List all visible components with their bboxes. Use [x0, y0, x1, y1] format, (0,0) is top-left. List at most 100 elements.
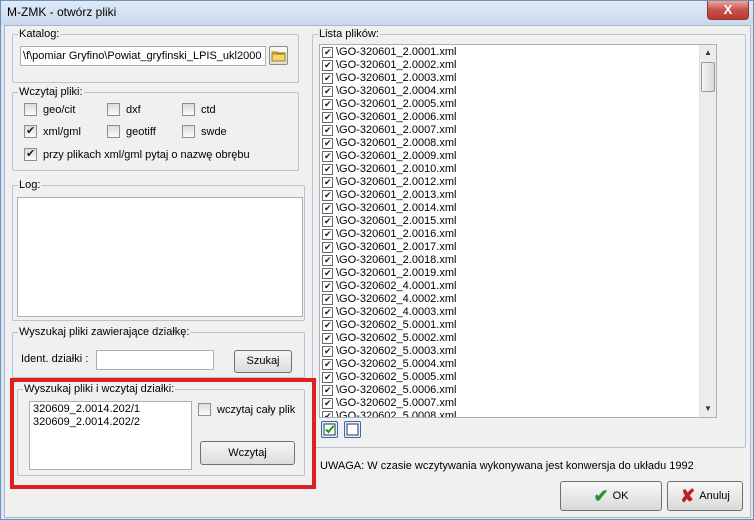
parcel-list[interactable]: 320609_2.0014.202/1 320609_2.0014.202/2: [29, 401, 192, 470]
list-item[interactable]: \GO-320601_2.0015.xml: [322, 215, 456, 228]
scroll-thumb[interactable]: [701, 62, 715, 92]
list-item[interactable]: \GO-320602_4.0001.xml: [322, 280, 456, 293]
list-item[interactable]: \GO-320601_2.0007.xml: [322, 124, 456, 137]
deselect-all-button[interactable]: [344, 421, 361, 438]
checkbox[interactable]: [322, 254, 333, 267]
select-all-button[interactable]: [321, 421, 338, 438]
checkbox[interactable]: [322, 150, 333, 163]
checkbox[interactable]: [24, 124, 37, 138]
checkbox[interactable]: [322, 59, 333, 72]
option-xml-gml[interactable]: xml/gml: [24, 124, 81, 138]
checkbox[interactable]: [322, 189, 333, 202]
checkbox[interactable]: [107, 125, 120, 138]
list-item[interactable]: \GO-320601_2.0001.xml: [322, 46, 456, 59]
list-item[interactable]: \GO-320602_4.0003.xml: [322, 306, 456, 319]
list-item[interactable]: \GO-320602_5.0003.xml: [322, 345, 456, 358]
list-item[interactable]: \GO-320601_2.0012.xml: [322, 176, 456, 189]
checkbox[interactable]: [322, 384, 333, 397]
list-item[interactable]: \GO-320601_2.0013.xml: [322, 189, 456, 202]
list-item[interactable]: \GO-320602_5.0008.xml: [322, 410, 456, 417]
list-item[interactable]: 320609_2.0014.202/2: [33, 416, 188, 429]
list-item[interactable]: \GO-320601_2.0016.xml: [322, 228, 456, 241]
option-geotiff[interactable]: geotiff: [107, 125, 156, 138]
list-item[interactable]: \GO-320602_4.0002.xml: [322, 293, 456, 306]
list-item[interactable]: \GO-320601_2.0014.xml: [322, 202, 456, 215]
option-label: geotiff: [126, 125, 156, 138]
checkbox[interactable]: [107, 103, 120, 116]
checkbox[interactable]: [322, 46, 333, 59]
list-item[interactable]: \GO-320602_5.0005.xml: [322, 371, 456, 384]
checkbox[interactable]: [322, 332, 333, 345]
list-item[interactable]: \GO-320601_2.0017.xml: [322, 241, 456, 254]
checkbox[interactable]: [322, 228, 333, 241]
checkbox[interactable]: [182, 103, 195, 116]
browse-folder-button[interactable]: [269, 46, 288, 65]
list-item[interactable]: \GO-320601_2.0005.xml: [322, 98, 456, 111]
checkbox[interactable]: [322, 111, 333, 124]
list-item[interactable]: \GO-320602_5.0004.xml: [322, 358, 456, 371]
window-title: M-ZMK - otwórz pliki: [7, 5, 117, 19]
option-swde[interactable]: swde: [182, 125, 227, 138]
checkbox[interactable]: [322, 163, 333, 176]
checkbox[interactable]: [322, 358, 333, 371]
list-item[interactable]: \GO-320601_2.0004.xml: [322, 85, 456, 98]
load-whole-file-option[interactable]: wczytaj cały plik: [198, 403, 295, 416]
checkbox[interactable]: [322, 397, 333, 410]
checkbox[interactable]: [322, 319, 333, 332]
checkbox[interactable]: [198, 403, 211, 416]
checkbox[interactable]: [322, 241, 333, 254]
checkbox[interactable]: [322, 137, 333, 150]
scroll-down-icon[interactable]: ▼: [700, 401, 716, 417]
checkbox[interactable]: [322, 345, 333, 358]
list-item[interactable]: \GO-320602_5.0002.xml: [322, 332, 456, 345]
ident-input[interactable]: [96, 350, 214, 370]
file-list-legend: Lista plików:: [319, 28, 379, 40]
list-item[interactable]: \GO-320601_2.0009.xml: [322, 150, 456, 163]
checkbox[interactable]: [182, 125, 195, 138]
checkbox[interactable]: [322, 293, 333, 306]
list-item[interactable]: \GO-320601_2.0019.xml: [322, 267, 456, 280]
vertical-scrollbar[interactable]: ▲ ▼: [699, 45, 716, 417]
checkbox[interactable]: [322, 176, 333, 189]
title-bar: M-ZMK - otwórz pliki X: [1, 1, 753, 25]
checkbox[interactable]: [322, 267, 333, 280]
list-item[interactable]: \GO-320602_5.0007.xml: [322, 397, 456, 410]
ask-precinct-option[interactable]: przy plikach xml/gml pytaj o nazwę obręb…: [24, 147, 250, 161]
file-list[interactable]: \GO-320601_2.0001.xml\GO-320601_2.0002.x…: [319, 44, 717, 418]
katalog-path-field[interactable]: f\pomiar Gryfino\Powiat_gryfinski_LPIS_u…: [20, 46, 266, 66]
checkbox[interactable]: [322, 371, 333, 384]
list-item[interactable]: \GO-320601_2.0010.xml: [322, 163, 456, 176]
option-geo-cit[interactable]: geo/cit: [24, 103, 75, 116]
cancel-button[interactable]: ✘ Anuluj: [667, 481, 743, 511]
checkbox[interactable]: [322, 215, 333, 228]
list-item[interactable]: 320609_2.0014.202/1: [33, 403, 188, 416]
checkmark-icon: ✔: [593, 485, 609, 506]
close-button[interactable]: X: [707, 1, 749, 20]
list-item[interactable]: \GO-320602_5.0001.xml: [322, 319, 456, 332]
list-item[interactable]: \GO-320601_2.0018.xml: [322, 254, 456, 267]
list-item[interactable]: \GO-320601_2.0006.xml: [322, 111, 456, 124]
checkbox[interactable]: [322, 410, 333, 417]
checkbox[interactable]: [322, 85, 333, 98]
checkbox[interactable]: [322, 306, 333, 319]
checkbox[interactable]: [322, 98, 333, 111]
ok-button[interactable]: ✔ OK: [560, 481, 662, 511]
option-ctd[interactable]: ctd: [182, 103, 216, 116]
checkbox[interactable]: [322, 72, 333, 85]
log-textarea[interactable]: [17, 197, 303, 317]
file-name: \GO-320602_5.0002.xml: [336, 332, 457, 344]
list-item[interactable]: \GO-320601_2.0003.xml: [322, 72, 456, 85]
checkbox[interactable]: [24, 103, 37, 116]
option-dxf[interactable]: dxf: [107, 103, 141, 116]
list-item[interactable]: \GO-320601_2.0008.xml: [322, 137, 456, 150]
checkbox[interactable]: [24, 147, 37, 161]
load-parcels-legend: Wyszukaj pliki i wczytaj działki:: [24, 383, 175, 395]
checkbox[interactable]: [322, 124, 333, 137]
load-button[interactable]: Wczytaj: [200, 441, 295, 465]
list-item[interactable]: \GO-320602_5.0006.xml: [322, 384, 456, 397]
checkbox[interactable]: [322, 280, 333, 293]
checkbox[interactable]: [322, 202, 333, 215]
scroll-up-icon[interactable]: ▲: [700, 45, 716, 61]
list-item[interactable]: \GO-320601_2.0002.xml: [322, 59, 456, 72]
search-button[interactable]: Szukaj: [234, 350, 292, 373]
